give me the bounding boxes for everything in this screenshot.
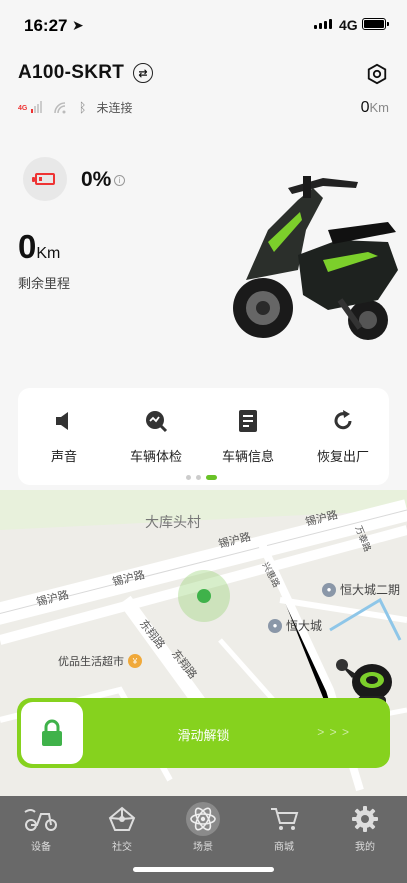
quick-action-label: 恢复出厂 bbox=[316, 449, 369, 464]
quick-action-label: 车辆体检 bbox=[129, 449, 182, 464]
status-time: 16:27 bbox=[24, 16, 68, 35]
diagnostic-icon bbox=[141, 406, 171, 436]
location-arrow-icon: ➤ bbox=[72, 17, 84, 33]
tab-social[interactable]: 社交 bbox=[92, 802, 152, 853]
cellular-signal-icon bbox=[314, 19, 332, 29]
battery-gauge bbox=[23, 157, 67, 201]
gear-icon bbox=[345, 802, 385, 836]
scooter-image bbox=[233, 176, 398, 340]
poi-label: 优品生活超市 bbox=[58, 656, 124, 668]
battery-percent: 0% bbox=[81, 168, 112, 191]
document-icon bbox=[233, 406, 263, 436]
tab-profile[interactable]: 我的 bbox=[335, 802, 395, 853]
quick-action-sound[interactable]: 声音 bbox=[24, 406, 104, 465]
poi-pin-icon: ● bbox=[268, 618, 282, 633]
hexagon-settings-icon[interactable] bbox=[366, 63, 388, 85]
connection-status: 未连接 bbox=[96, 101, 133, 115]
odometer-unit: Km bbox=[369, 100, 390, 115]
home-indicator bbox=[133, 867, 274, 872]
tab-label: 场景 bbox=[193, 842, 213, 853]
tab-device[interactable]: 设备 bbox=[11, 802, 71, 853]
range-readout: 0Km bbox=[18, 228, 60, 266]
poi-pin-icon: ● bbox=[322, 582, 336, 597]
quick-action-diagnostic[interactable]: 车辆体检 bbox=[116, 406, 196, 465]
quick-action-label: 声音 bbox=[50, 449, 77, 464]
shop-icon: ¥ bbox=[128, 654, 142, 668]
unlock-hint: > > > bbox=[317, 725, 350, 739]
range-value: 0 bbox=[18, 228, 37, 265]
bluetooth-icon: ᛒ bbox=[78, 100, 87, 115]
wireless-icon bbox=[53, 101, 66, 113]
quick-action-factory-reset[interactable]: 恢复出厂 bbox=[303, 406, 383, 465]
poi-label: 恒大城二期 bbox=[340, 583, 401, 597]
tab-label: 社交 bbox=[112, 842, 132, 853]
tab-label: 商城 bbox=[274, 842, 294, 853]
status-bar: 16:27 ➤ 4G bbox=[0, 0, 407, 50]
cellular-weak-icon: 4G bbox=[18, 100, 43, 115]
reset-icon bbox=[328, 406, 358, 436]
page-dot[interactable] bbox=[186, 475, 191, 480]
tab-label: 我的 bbox=[355, 842, 375, 853]
connection-row: 4G ᛒ 未连接 bbox=[18, 99, 133, 116]
cart-icon bbox=[264, 802, 304, 836]
poi-label: 恒大城 bbox=[286, 619, 323, 633]
odometer-value: 0 bbox=[360, 99, 370, 116]
map-poi[interactable]: ● 恒大城 bbox=[268, 617, 322, 634]
range-unit: Km bbox=[36, 245, 61, 262]
page-dot-active[interactable] bbox=[206, 475, 217, 480]
swap-vehicle-icon[interactable]: ⇄ bbox=[133, 63, 153, 83]
page-indicator bbox=[186, 475, 217, 480]
quick-action-vehicle-info[interactable]: 车辆信息 bbox=[208, 406, 288, 465]
speaker-icon bbox=[49, 406, 79, 436]
map-poi[interactable]: ● 恒大城二期 bbox=[322, 581, 400, 598]
odometer: 0Km bbox=[361, 99, 389, 117]
network-icon bbox=[102, 802, 142, 836]
app-screen: 16:27 ➤ 4G A100-SKRT ⇄ 4G ᛒ 未连接 0Km 0% i… bbox=[0, 0, 407, 883]
page-dot[interactable] bbox=[196, 475, 201, 480]
quick-action-label: 车辆信息 bbox=[221, 449, 274, 464]
tab-shop[interactable]: 商城 bbox=[254, 802, 314, 853]
atom-icon bbox=[183, 802, 223, 836]
status-network: 4G bbox=[339, 17, 358, 33]
battery-status-icon bbox=[362, 18, 389, 30]
tab-scene[interactable]: 场景 bbox=[173, 802, 233, 853]
info-icon[interactable]: i bbox=[114, 175, 125, 186]
map-label-district: 大库头村 bbox=[145, 514, 201, 530]
range-label: 剩余里程 bbox=[18, 276, 71, 291]
vehicle-name[interactable]: A100-SKRT bbox=[18, 62, 124, 84]
quick-actions-card: 声音 车辆体检 车辆信息 恢复出厂 bbox=[18, 388, 389, 485]
map-poi[interactable]: 优品生活超市 ¥ bbox=[58, 653, 142, 669]
scooter-icon bbox=[21, 802, 61, 836]
slide-to-unlock[interactable]: 滑动解锁 > > > bbox=[17, 698, 390, 768]
tab-label: 设备 bbox=[31, 842, 51, 853]
battery-low-icon bbox=[32, 173, 55, 185]
